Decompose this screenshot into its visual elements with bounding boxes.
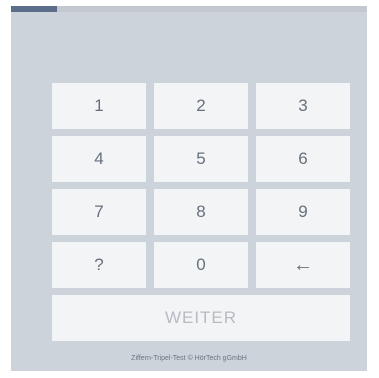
- arrow-left-icon: ←: [293, 253, 313, 276]
- key-1[interactable]: 1: [52, 83, 146, 129]
- key-3[interactable]: 3: [256, 83, 350, 129]
- key-5[interactable]: 5: [154, 136, 248, 182]
- test-panel: 1 2 3 4 5 6 7 8 9 ? 0 ← WEITER Ziffern-T…: [11, 6, 367, 371]
- key-6[interactable]: 6: [256, 136, 350, 182]
- progress-bar: [11, 6, 367, 12]
- key-0[interactable]: 0: [154, 242, 248, 288]
- key-9[interactable]: 9: [256, 189, 350, 235]
- keypad: 1 2 3 4 5 6 7 8 9 ? 0 ←: [52, 83, 350, 288]
- key-2[interactable]: 2: [154, 83, 248, 129]
- key-unknown[interactable]: ?: [52, 242, 146, 288]
- progress-fill: [11, 6, 58, 12]
- weiter-button[interactable]: WEITER: [52, 295, 350, 341]
- key-8[interactable]: 8: [154, 189, 248, 235]
- key-4[interactable]: 4: [52, 136, 146, 182]
- footer-copyright: Ziffern-Tripel-Test © HörTech gGmbH: [131, 355, 247, 362]
- key-backspace[interactable]: ←: [256, 242, 350, 288]
- key-7[interactable]: 7: [52, 189, 146, 235]
